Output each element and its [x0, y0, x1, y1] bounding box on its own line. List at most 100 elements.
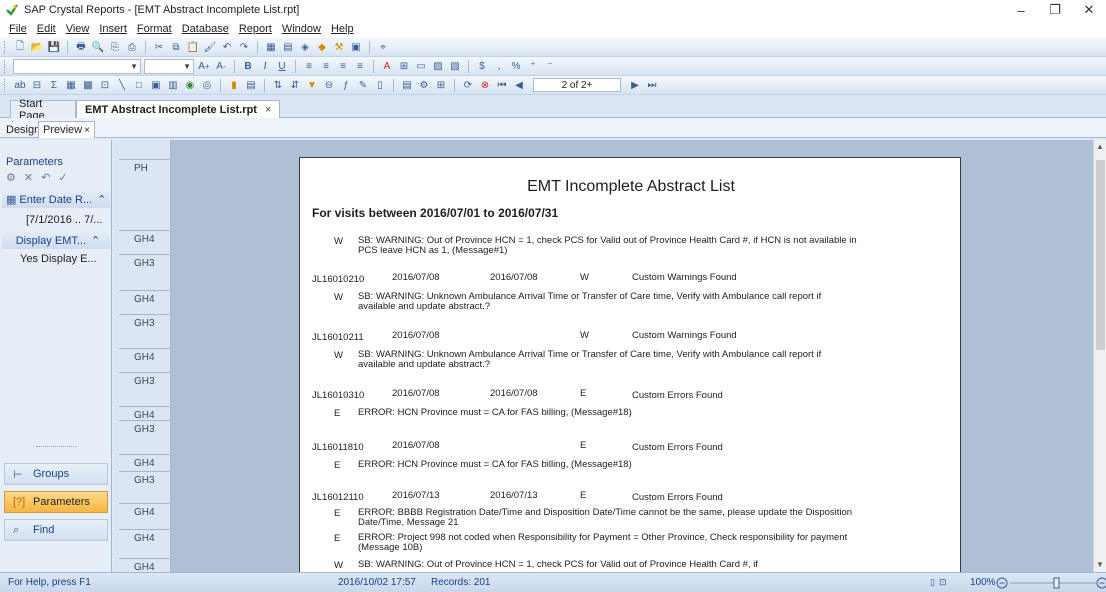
format-painter-icon[interactable]: 🖌: [203, 40, 217, 54]
scroll-up-icon[interactable]: ▲: [1096, 142, 1104, 151]
lock-format-icon[interactable]: ▨: [431, 59, 445, 73]
parameter-value-date-range[interactable]: [7/1/2016 .. 7/...: [26, 214, 102, 226]
print-preview-icon[interactable]: 🔍: [91, 40, 105, 54]
next-page-icon[interactable]: ▶: [628, 78, 642, 92]
align-center-icon[interactable]: ≡: [319, 59, 333, 73]
align-left-icon[interactable]: ≡: [302, 59, 316, 73]
page-view-icon[interactable]: ▯: [930, 577, 935, 588]
sort-ascending-icon[interactable]: ⇅: [271, 78, 285, 92]
insert-chart-icon[interactable]: ▥: [166, 78, 180, 92]
dependency-checker-icon[interactable]: ◆: [315, 40, 329, 54]
delete-parameter-icon[interactable]: ✕: [24, 171, 33, 184]
fit-view-icon[interactable]: ⊡: [939, 577, 947, 588]
insert-summary-icon[interactable]: Σ: [47, 78, 61, 92]
menu-report[interactable]: Report: [234, 23, 277, 35]
previous-page-icon[interactable]: ◀: [512, 78, 526, 92]
insert-box-icon[interactable]: □: [132, 78, 146, 92]
undo-icon[interactable]: ↶: [220, 40, 234, 54]
highlight-expert-icon[interactable]: ✎: [356, 78, 370, 92]
tab-start-page[interactable]: Start Page: [10, 98, 76, 122]
increase-font-icon[interactable]: A +: [197, 59, 211, 73]
borders-icon[interactable]: ⊞: [397, 59, 411, 73]
font-color-icon[interactable]: A: [380, 59, 394, 73]
filter-icon[interactable]: ▼: [305, 78, 319, 92]
paste-icon[interactable]: 📋: [186, 40, 200, 54]
vertical-scrollbar[interactable]: ▲ ▼: [1093, 140, 1106, 572]
close-preview-icon[interactable]: ×: [84, 125, 90, 136]
font-size-combo[interactable]: ▼: [144, 58, 194, 74]
menu-format[interactable]: Format: [132, 23, 177, 35]
insert-cross-tab-icon[interactable]: ▦: [64, 78, 78, 92]
report-explorer-icon[interactable]: ▤: [281, 40, 295, 54]
page-setup-icon[interactable]: ⎙: [125, 40, 139, 54]
select-expert-icon[interactable]: ▮: [227, 78, 241, 92]
zoom-slider[interactable]: [996, 577, 1106, 589]
menu-window[interactable]: Window: [277, 23, 326, 35]
undo-parameter-icon[interactable]: ↶: [41, 171, 50, 184]
minimize-button[interactable]: –: [1004, 0, 1038, 20]
close-window-button[interactable]: ✕: [1072, 0, 1106, 20]
parameter-value-display-emt[interactable]: Yes Display E...: [20, 253, 97, 265]
stop-icon[interactable]: ⊗: [478, 78, 492, 92]
print-icon[interactable]: 🖶: [74, 40, 88, 54]
template-icon[interactable]: ▯: [373, 78, 387, 92]
currency-icon[interactable]: $: [475, 59, 489, 73]
menu-file[interactable]: File: [4, 23, 32, 35]
percent-icon[interactable]: %: [509, 59, 523, 73]
italic-icon[interactable]: I: [258, 59, 272, 73]
insert-group-icon[interactable]: ⊟: [30, 78, 44, 92]
section-expert-icon[interactable]: ▤: [244, 78, 258, 92]
decrease-decimals-icon[interactable]: ⁻: [543, 59, 557, 73]
insert-text-object-icon[interactable]: ab: [13, 78, 27, 92]
repository-explorer-icon[interactable]: ◈: [298, 40, 312, 54]
workbench-icon[interactable]: ▣: [349, 40, 363, 54]
menu-edit[interactable]: Edit: [32, 23, 61, 35]
insert-olap-icon[interactable]: ▩: [81, 78, 95, 92]
insert-picture-icon[interactable]: ▣: [149, 78, 163, 92]
sort-descending-icon[interactable]: ⇵: [288, 78, 302, 92]
insert-flash-icon[interactable]: ◎: [200, 78, 214, 92]
edit-parameter-icon[interactable]: ⚙: [6, 171, 16, 184]
group-tree-icon[interactable]: ⊞: [434, 78, 448, 92]
thousands-icon[interactable]: ,: [492, 59, 506, 73]
find-button[interactable]: ⌕ Find: [4, 519, 108, 541]
formula-fx-icon[interactable]: ƒ: [339, 78, 353, 92]
lock-size-icon[interactable]: ▧: [448, 59, 462, 73]
parameter-node-display-emt[interactable]: Display EMT... ⌃: [2, 232, 110, 249]
open-folder-icon[interactable]: 📂: [30, 40, 44, 54]
underline-icon[interactable]: U: [275, 59, 289, 73]
last-page-icon[interactable]: ⏭: [645, 78, 659, 92]
bold-icon[interactable]: B: [241, 59, 255, 73]
menu-insert[interactable]: Insert: [94, 23, 132, 35]
insert-line-icon[interactable]: ╲: [115, 78, 129, 92]
database-expert-icon[interactable]: ▤: [400, 78, 414, 92]
insert-subreport-icon[interactable]: ⊡: [98, 78, 112, 92]
decrease-font-icon[interactable]: A-: [214, 59, 228, 73]
report-options-icon[interactable]: ⚙: [417, 78, 431, 92]
font-name-combo[interactable]: ▼: [13, 58, 141, 74]
scroll-down-icon[interactable]: ▼: [1096, 560, 1104, 569]
refresh-icon[interactable]: ⟳: [461, 78, 475, 92]
formula-workshop-icon[interactable]: ⊖: [322, 78, 336, 92]
menu-database[interactable]: Database: [177, 23, 234, 35]
align-right-icon[interactable]: ≡: [336, 59, 350, 73]
save-icon[interactable]: 💾: [47, 40, 61, 54]
export-icon[interactable]: ⎘: [108, 40, 122, 54]
toolbar-grip[interactable]: [4, 59, 7, 73]
insert-map-icon[interactable]: ◉: [183, 78, 197, 92]
binoculars-icon[interactable]: ⌖: [376, 40, 390, 54]
scrollbar-thumb[interactable]: [1096, 160, 1105, 350]
copy-icon[interactable]: ⧉: [169, 40, 183, 54]
tab-preview[interactable]: Preview ×: [38, 121, 95, 138]
menu-view[interactable]: View: [61, 23, 95, 35]
panel-splitter-grip[interactable]: [36, 446, 76, 447]
page-number-input[interactable]: 2 of 2+: [533, 78, 621, 92]
groups-button[interactable]: ⊢ Groups: [4, 463, 108, 485]
toolbar-grip[interactable]: [4, 40, 7, 54]
tab-report-file[interactable]: EMT Abstract Incomplete List.rpt ×: [76, 100, 281, 118]
new-icon[interactable]: 🗋: [13, 40, 27, 54]
justify-icon[interactable]: ≡: [353, 59, 367, 73]
toolbar-grip[interactable]: [4, 78, 7, 92]
collapse-chevron-icon[interactable]: ⌃: [97, 193, 106, 206]
suppress-icon[interactable]: ▭: [414, 59, 428, 73]
